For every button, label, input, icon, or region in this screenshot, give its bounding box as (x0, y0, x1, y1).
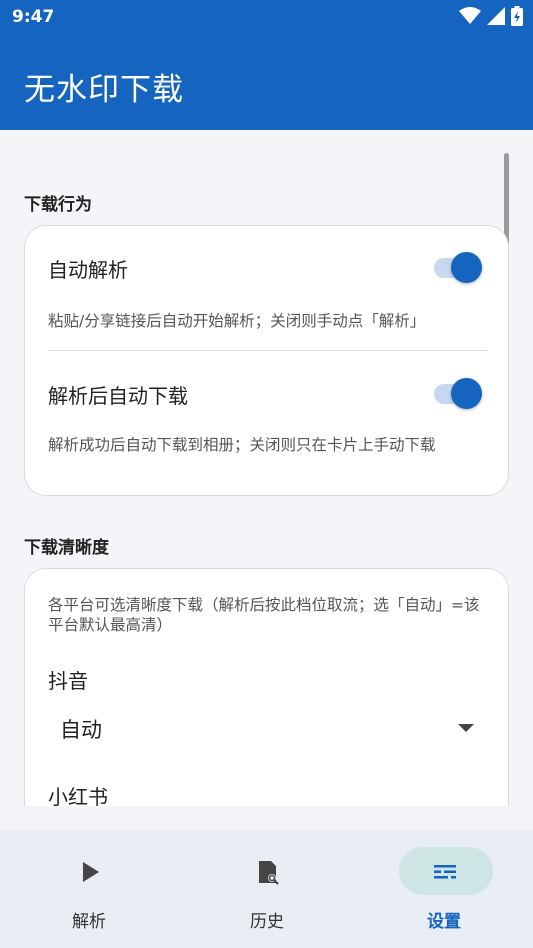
nav-label-history: 历史 (250, 912, 284, 932)
settings-content[interactable]: 下载行为 自动解析 粘贴/分享链接后自动开始解析；关闭则手动点「解析」 解析后自… (0, 130, 533, 806)
section-title-behavior: 下载行为 (24, 195, 92, 215)
settings-icon (434, 865, 456, 879)
wifi-icon (459, 7, 481, 24)
douyin-quality-value: 自动 (60, 718, 102, 742)
nav-item-history[interactable]: 历史 (178, 830, 356, 948)
app-bar: 无水印下载 (0, 36, 533, 130)
play-icon (83, 862, 99, 882)
quality-description: 各平台可选清晰度下载（解析后按此档位取流；选「自动」=该平台默认最高清） (48, 596, 480, 634)
quality-card: 各平台可选清晰度下载（解析后按此档位取流；选「自动」=该平台默认最高清） 抖音 … (24, 568, 509, 806)
status-bar: 9:47 (0, 0, 533, 36)
auto-parse-title: 自动解析 (48, 258, 128, 282)
nav-label-parse: 解析 (72, 912, 106, 932)
auto-parse-description: 粘贴/分享链接后自动开始解析；关闭则手动点「解析」 (48, 312, 426, 330)
auto-parse-toggle[interactable] (434, 252, 482, 283)
cell-signal-icon (487, 7, 505, 25)
status-time: 9:47 (12, 7, 55, 27)
nav-item-parse[interactable]: 解析 (0, 830, 178, 948)
auto-download-toggle[interactable] (434, 378, 482, 409)
divider (48, 350, 487, 351)
auto-download-description: 解析成功后自动下载到相册；关闭则只在卡片上手动下载 (48, 436, 436, 454)
nav-label-settings: 设置 (427, 912, 461, 932)
status-icons (459, 6, 523, 26)
toggle-thumb (451, 378, 482, 409)
douyin-quality-select[interactable]: 自动 (48, 704, 488, 750)
behavior-card: 自动解析 粘贴/分享链接后自动开始解析；关闭则手动点「解析」 解析后自动下载 解… (24, 225, 509, 496)
toggle-thumb (451, 252, 482, 283)
bottom-navigation: 解析 历史 设置 (0, 830, 533, 948)
nav-item-settings[interactable]: 设置 (355, 830, 533, 948)
auto-download-title: 解析后自动下载 (48, 384, 188, 408)
battery-charging-icon (511, 6, 523, 26)
page-title: 无水印下载 (24, 72, 184, 108)
section-title-quality: 下载清晰度 (24, 538, 109, 558)
douyin-label: 抖音 (48, 669, 88, 693)
history-icon (259, 861, 279, 885)
dropdown-arrow-icon (458, 724, 474, 732)
xiaohongshu-label: 小红书 (48, 785, 108, 806)
